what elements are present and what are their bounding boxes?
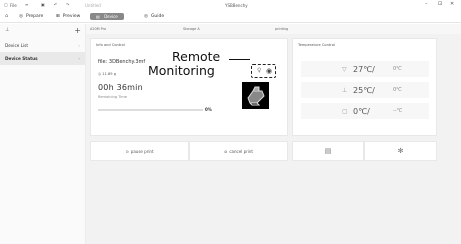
nozzle-icon: ▽ xyxy=(342,65,347,73)
chevron-right-icon: › xyxy=(78,56,80,61)
settings-button[interactable]: ✻ xyxy=(364,141,437,161)
chamber-icon: ▢ xyxy=(342,107,348,115)
redo-icon[interactable]: ↷ xyxy=(66,2,69,7)
card-title: Temperature Control xyxy=(298,43,335,47)
nozzle-target-temp: 0℃ xyxy=(393,66,402,72)
light-icon[interactable]: ♀ xyxy=(257,67,261,74)
home-icon[interactable]: ⌂ xyxy=(5,13,8,19)
gear-icon: ✻ xyxy=(397,147,404,155)
bed-current-temp: 25℃/ xyxy=(353,85,375,95)
card-title: Info and Control xyxy=(96,43,125,47)
annotation-line1: Remote xyxy=(172,49,221,64)
annotation-label: Remote Monitoring xyxy=(148,49,221,78)
app-menu-icon[interactable]: ▢ xyxy=(4,2,8,7)
model-thumbnail xyxy=(242,82,269,109)
file-icon: ▤ xyxy=(324,147,332,155)
maximize-icon[interactable]: ⊡ xyxy=(438,1,442,7)
annotation-line2: Monitoring xyxy=(148,63,215,78)
window-title: YSBBenchy xyxy=(225,2,248,8)
remaining-time-label: Remaining Time xyxy=(98,95,128,99)
pause-icon: ⊙ xyxy=(125,148,129,154)
bed-temp-row[interactable]: ⊥ 25℃/ 0℃ xyxy=(301,82,429,98)
preview-icon: ⊞ xyxy=(56,13,60,19)
bed-target-temp: 0℃ xyxy=(393,87,402,93)
file-name: file: 3DBenchy.3mf xyxy=(98,59,146,65)
chamber-temp-row[interactable]: ▢ 0℃/ --℃ xyxy=(301,103,429,119)
cancel-print-button[interactable]: ⊘ cancel print xyxy=(189,141,288,161)
cancel-icon: ⊘ xyxy=(224,148,228,154)
camera-controls: ♀ ◉ xyxy=(251,64,276,78)
tab-preview[interactable]: ⊞ Preview xyxy=(56,14,80,19)
camera-icon[interactable]: ◉ xyxy=(266,67,272,75)
device-status-panel: A20M Pro Storage A printing Info and Con… xyxy=(86,24,461,244)
tab-device[interactable]: ▤ Device xyxy=(90,12,124,20)
chamber-target-temp: --℃ xyxy=(393,108,403,114)
print-progress-bar xyxy=(98,109,203,111)
sidebar-header: ⊥ + xyxy=(0,24,85,36)
printer-icon: ⊥ xyxy=(5,27,10,33)
document-title: Untitled xyxy=(85,2,101,8)
title-bar: ▢ File ≡ ▣ ↶ ↷ Untitled YSBBenchy – ⊡ ✕ xyxy=(0,0,461,10)
chamber-current-temp: 0℃/ xyxy=(353,106,370,116)
printer-info-bar: A20M Pro Storage A printing xyxy=(86,24,461,34)
annotation-pointer xyxy=(229,59,250,60)
device-icon: ▤ xyxy=(96,13,100,19)
minimize-icon[interactable]: – xyxy=(425,1,428,7)
print-state: printing xyxy=(275,27,289,31)
file-menu[interactable]: File xyxy=(10,3,17,8)
guide-icon: ◎ xyxy=(144,13,148,19)
bed-icon: ⊥ xyxy=(342,86,348,94)
undo-icon[interactable]: ↶ xyxy=(54,2,57,7)
filament-weight: ◎ 11.89 g xyxy=(98,72,117,76)
remaining-time: 00h 36min xyxy=(98,83,143,92)
sidebar-item-device-list[interactable]: Device List › xyxy=(0,39,85,52)
tab-prepare[interactable]: ◎ Prepare xyxy=(19,14,43,19)
chevron-right-icon: › xyxy=(78,43,80,48)
close-icon[interactable]: ✕ xyxy=(450,1,454,7)
file-button[interactable]: ▤ xyxy=(292,141,364,161)
prepare-icon: ◎ xyxy=(19,13,23,19)
storage-label: Storage A xyxy=(183,27,200,31)
temperature-card: Temperature Control ▽ 27℃/ 0℃ ⊥ 25℃/ 0℃ … xyxy=(292,38,437,136)
nozzle-temp-row[interactable]: ▽ 27℃/ 0℃ xyxy=(301,61,429,77)
pause-print-button[interactable]: ⊙ pause print xyxy=(90,141,189,161)
add-device-button[interactable]: + xyxy=(74,26,81,35)
sidebar: ⊥ + Device List › Device Status › xyxy=(0,24,86,244)
tab-guide[interactable]: ◎ Guide xyxy=(144,14,164,19)
progress-percent: 0% xyxy=(205,106,212,112)
menu-icon[interactable]: ≡ xyxy=(25,2,28,7)
save-icon[interactable]: ▣ xyxy=(41,2,45,7)
weight-icon: ◎ xyxy=(98,72,102,76)
main-tabs: ⌂ ◎ Prepare ⊞ Preview ▤ Device ◎ Guide xyxy=(0,10,461,23)
sidebar-item-device-status[interactable]: Device Status › xyxy=(0,52,85,65)
nozzle-current-temp: 27℃/ xyxy=(353,64,375,74)
printer-name: A20M Pro xyxy=(90,27,107,31)
